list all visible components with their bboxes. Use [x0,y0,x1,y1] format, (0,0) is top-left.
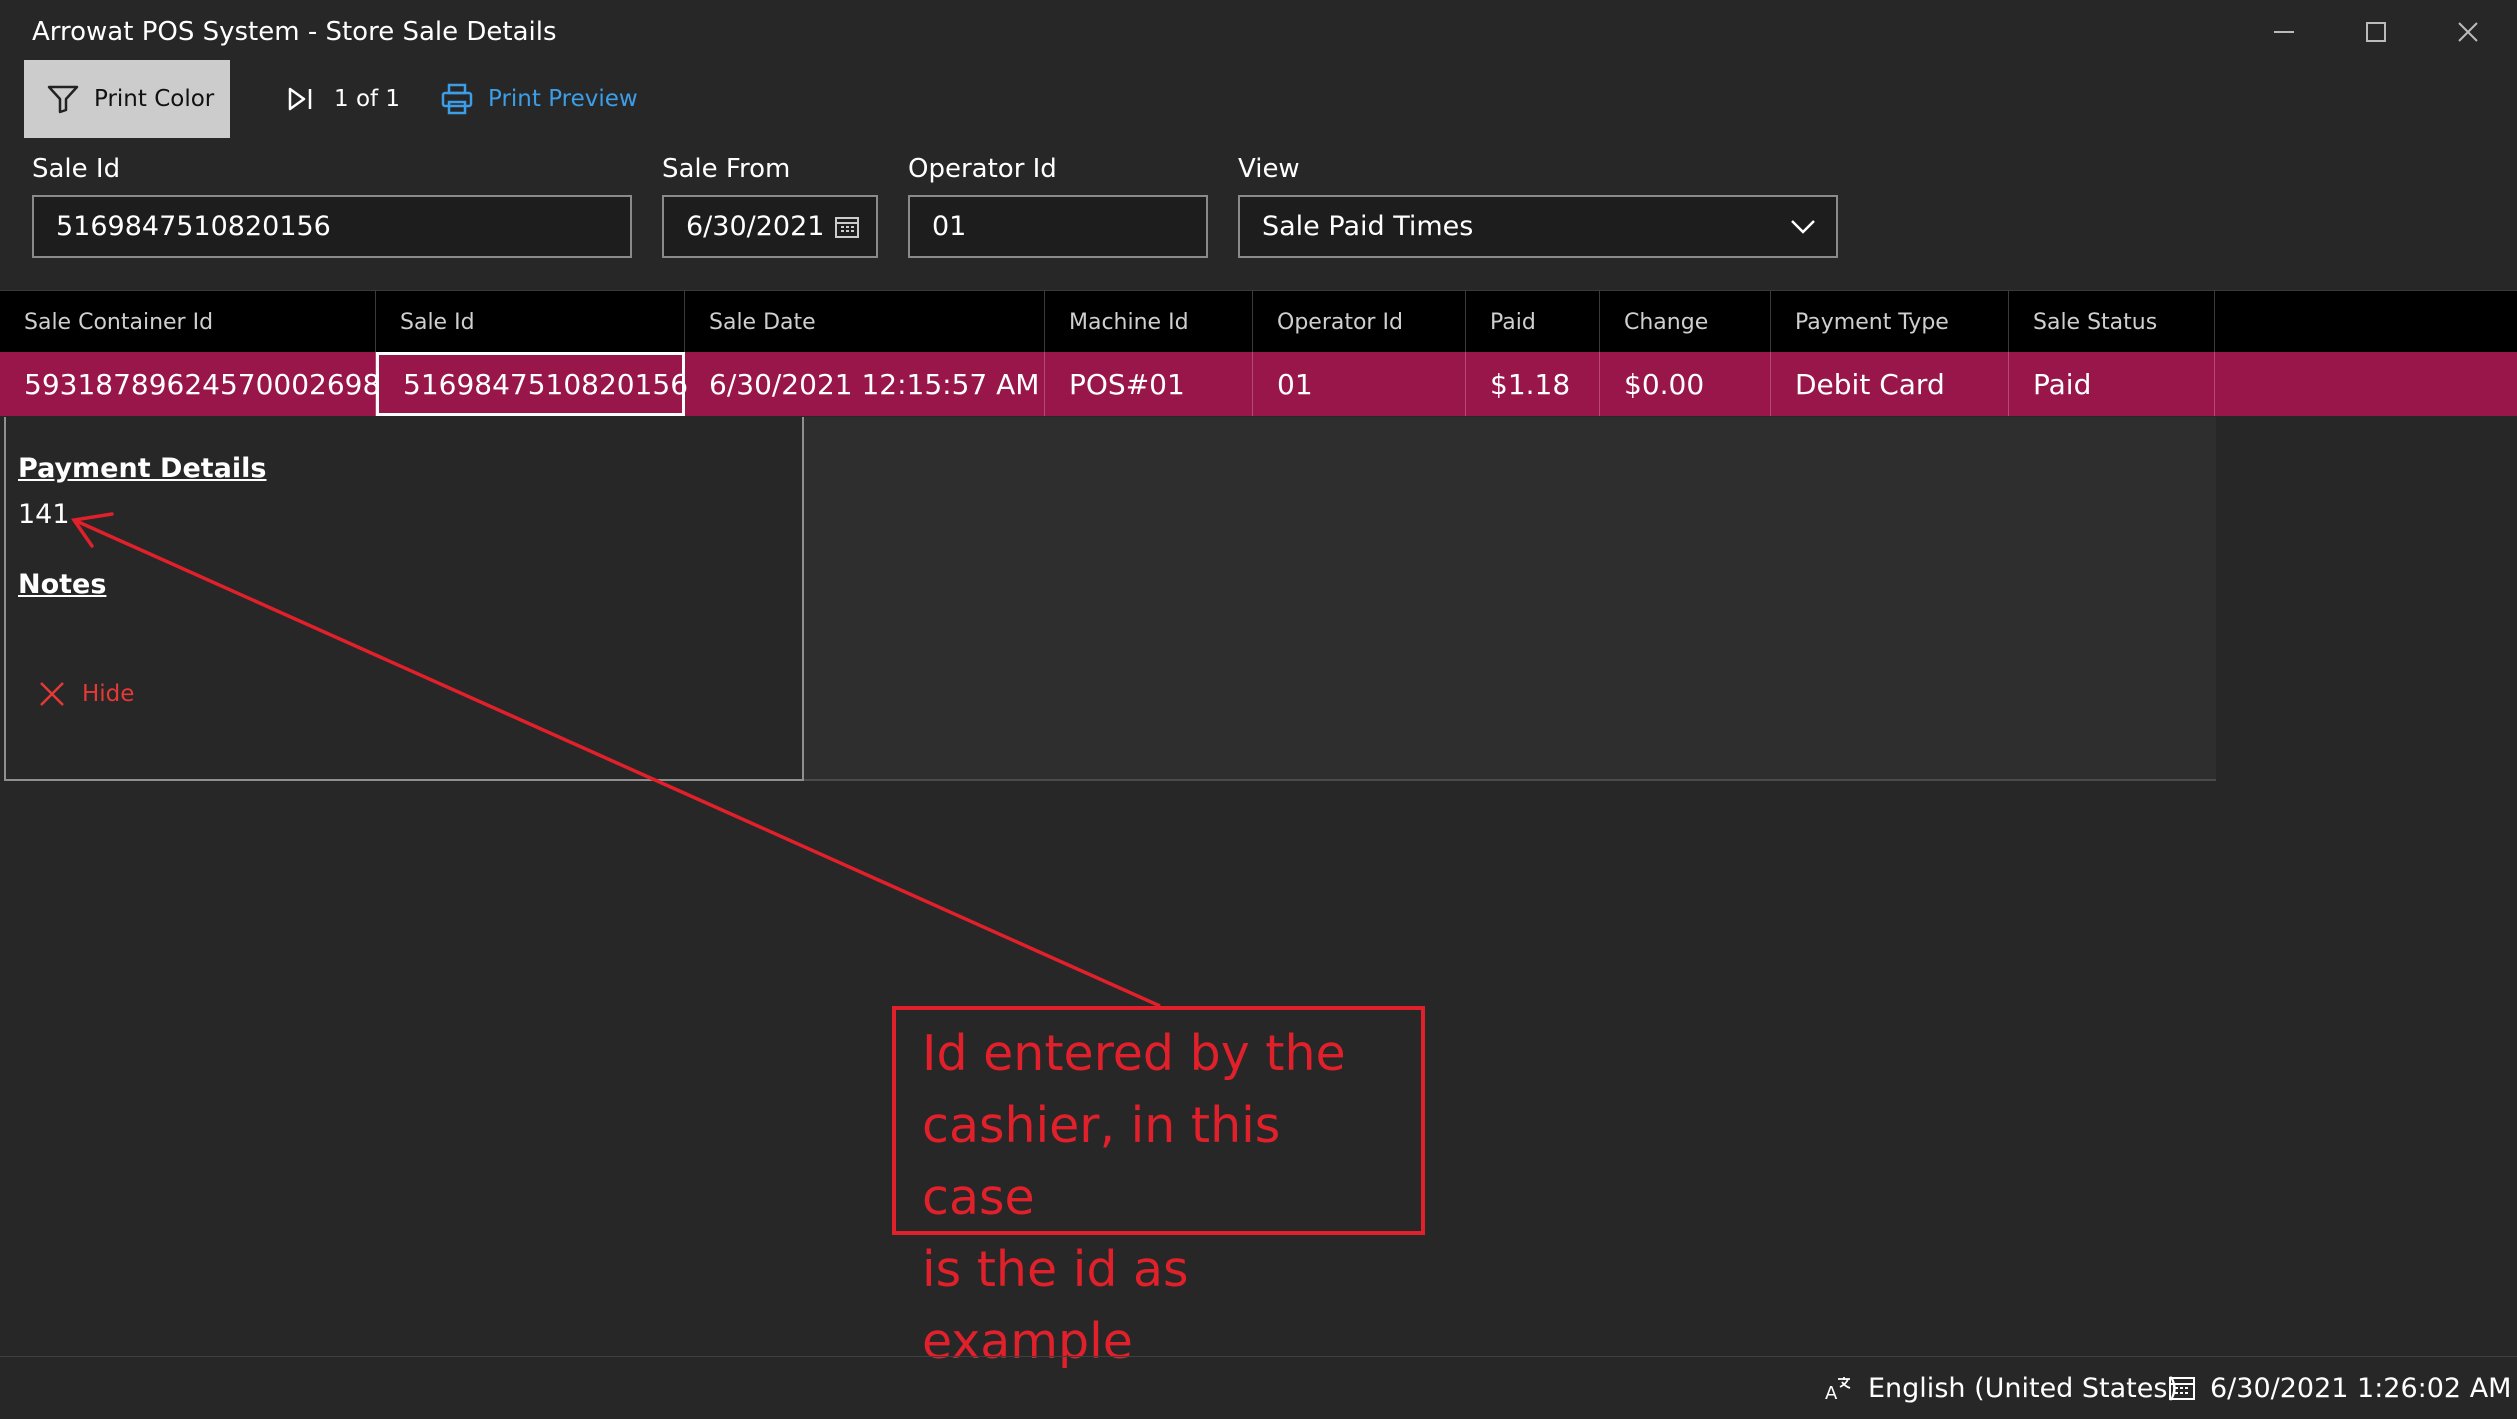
datetime-indicator[interactable]: 6/30/2021 1:26:02 AM [2168,1368,2511,1408]
annotation-line-2: cashier, in this case [922,1097,1281,1226]
arrow-line [73,518,1161,1008]
datetime-label: 6/30/2021 1:26:02 AM [2210,1372,2512,1404]
language-indicator[interactable]: A English (United States) [1824,1368,2178,1408]
annotation-callout: Id entered by the cashier, in this case … [892,1006,1425,1370]
calendar-icon [2169,1377,2195,1400]
language-label: English (United States) [1868,1372,2178,1404]
svg-text:A: A [1825,1383,1838,1403]
language-icon: A [1825,1377,1851,1403]
annotation-line-1: Id entered by the [922,1025,1346,1082]
